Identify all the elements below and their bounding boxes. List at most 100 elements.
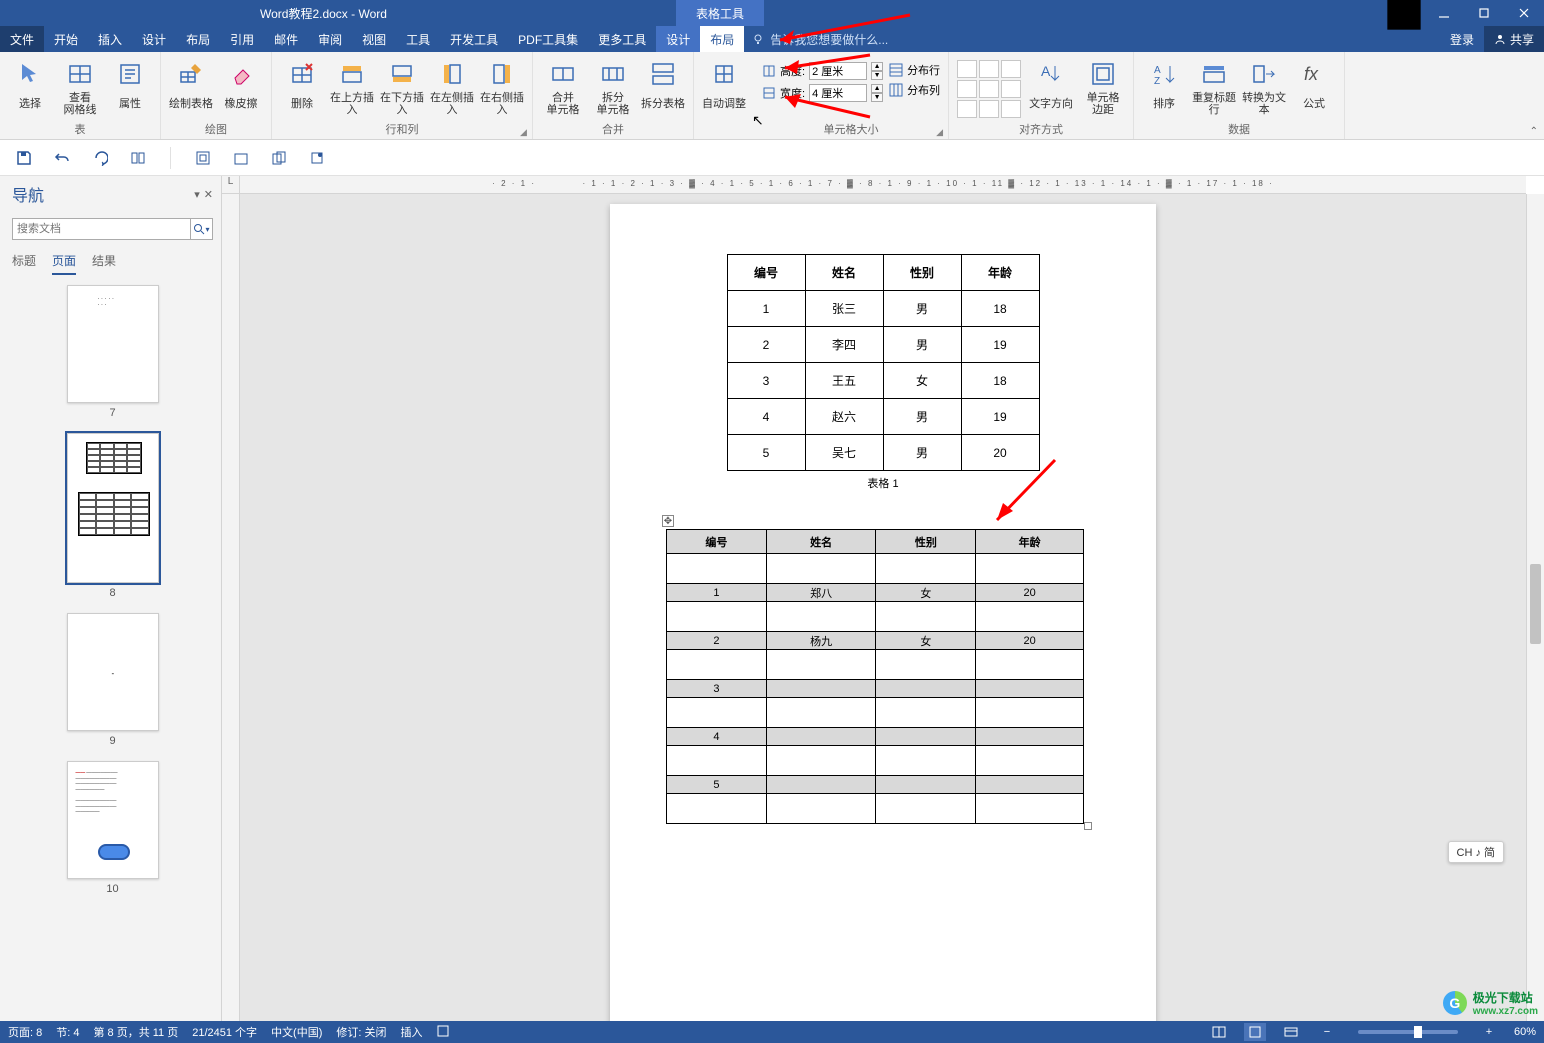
insert-right-button[interactable]: 在右侧插入	[480, 56, 524, 116]
tab-file[interactable]: 文件	[0, 26, 44, 52]
status-insert-mode[interactable]: 插入	[401, 1024, 423, 1040]
ime-badge[interactable]: CH ♪ 简	[1448, 841, 1505, 863]
table-1[interactable]: 编号 姓名 性别 年龄 1张三男18 2李四男19 3王五女18 4赵六男19 …	[727, 254, 1040, 471]
restore-button[interactable]	[1464, 0, 1504, 26]
tab-design[interactable]: 设计	[132, 26, 176, 52]
nav-search-input[interactable]	[12, 218, 191, 240]
delete-button[interactable]: 删除	[280, 56, 324, 116]
thumb-page-8[interactable]: 8	[67, 433, 159, 599]
scrollbar-thumb[interactable]	[1530, 564, 1541, 644]
status-macro-icon[interactable]	[437, 1025, 449, 1040]
nav-tab-headings[interactable]: 标题	[12, 252, 36, 275]
ribbon-options-icon[interactable]	[1384, 0, 1424, 26]
autofit-button[interactable]: 自动调整	[702, 56, 746, 116]
width-down[interactable]: ▼	[871, 93, 883, 102]
document-area[interactable]: 编号 姓名 性别 年龄 1张三男18 2李四男19 3王五女18 4赵六男19 …	[240, 194, 1526, 1021]
tab-mailings[interactable]: 邮件	[264, 26, 308, 52]
view-print-layout[interactable]	[1244, 1023, 1266, 1041]
sort-button[interactable]: AZ 排序	[1142, 56, 1186, 116]
close-button[interactable]	[1504, 0, 1544, 26]
split-table-button[interactable]: 拆分表格	[641, 56, 685, 116]
horizontal-ruler[interactable]: · 2 · 1 · · 1 · 1 · 2 · 1 · 3 · ▓ · 4 · …	[240, 176, 1526, 194]
status-track-changes[interactable]: 修订: 关闭	[336, 1024, 386, 1040]
status-word-count[interactable]: 21/2451 个字	[192, 1024, 257, 1040]
table-resize-handle[interactable]	[1084, 822, 1092, 830]
thumb-page-10[interactable]: ━━━━ ━━━━━━━━━━━━━━━━━━━━━━━━━━━━━━━━━━━…	[67, 761, 159, 895]
view-gridlines-button[interactable]: 查看 网格线	[58, 56, 102, 116]
merge-cells-button[interactable]: 合并 单元格	[541, 56, 585, 116]
zoom-level[interactable]: 60%	[1514, 1026, 1536, 1038]
tab-references[interactable]: 引用	[220, 26, 264, 52]
vertical-ruler[interactable]	[222, 194, 240, 1021]
height-input[interactable]	[809, 62, 867, 80]
nav-close-button[interactable]: ✕	[204, 188, 213, 201]
nav-tab-pages[interactable]: 页面	[52, 252, 76, 275]
view-web-layout[interactable]	[1280, 1023, 1302, 1041]
tab-insert[interactable]: 插入	[88, 26, 132, 52]
nav-dropdown-icon[interactable]: ▾	[194, 188, 200, 201]
repeat-header-button[interactable]: 重复标题行	[1192, 56, 1236, 116]
insert-left-button[interactable]: 在左侧插入	[430, 56, 474, 116]
tab-view[interactable]: 视图	[352, 26, 396, 52]
tab-developer[interactable]: 开发工具	[440, 26, 508, 52]
thumb-page-7[interactable]: ∙∙∙∙∙∙∙∙ 7	[67, 285, 159, 419]
cell-margins-icon	[1087, 58, 1119, 90]
cell-margins-button[interactable]: 单元格 边距	[1081, 56, 1125, 118]
alignment-grid[interactable]	[957, 56, 1021, 118]
tab-table-layout[interactable]: 布局	[700, 26, 744, 52]
tab-pdf[interactable]: PDF工具集	[508, 26, 588, 52]
properties-button[interactable]: 属性	[108, 56, 152, 116]
nav-search-button[interactable]: ▾	[191, 218, 213, 240]
dialog-launcher-cell-size[interactable]: ◢	[936, 127, 946, 137]
save-button[interactable]	[14, 148, 34, 168]
qat-btn-7[interactable]	[269, 148, 289, 168]
status-page[interactable]: 页面: 8	[8, 1024, 42, 1040]
nav-tab-results[interactable]: 结果	[92, 252, 116, 275]
tab-layout[interactable]: 布局	[176, 26, 220, 52]
insert-below-button[interactable]: 在下方插入	[380, 56, 424, 116]
ruler-corner[interactable]: L	[222, 176, 240, 194]
width-up[interactable]: ▲	[871, 84, 883, 93]
formula-button[interactable]: fx 公式	[1292, 56, 1336, 116]
qat-btn-8[interactable]	[307, 148, 327, 168]
width-input[interactable]	[809, 84, 867, 102]
vertical-scrollbar[interactable]	[1526, 194, 1544, 1021]
qat-btn-4[interactable]	[128, 148, 148, 168]
draw-table-button[interactable]: 绘制表格	[169, 56, 213, 116]
undo-button[interactable]	[52, 148, 72, 168]
height-up[interactable]: ▲	[871, 62, 883, 71]
collapse-ribbon-button[interactable]: ⌃	[1530, 126, 1538, 137]
qat-btn-6[interactable]	[231, 148, 251, 168]
status-section[interactable]: 节: 4	[56, 1024, 79, 1040]
thumb-page-9[interactable]: - 9	[67, 613, 159, 747]
tab-home[interactable]: 开始	[44, 26, 88, 52]
text-direction-button[interactable]: A 文字方向	[1029, 56, 1073, 118]
dialog-launcher-rows-cols[interactable]: ◢	[520, 127, 530, 137]
tab-review[interactable]: 审阅	[308, 26, 352, 52]
zoom-out-button[interactable]: −	[1316, 1023, 1338, 1041]
table-move-handle[interactable]: ✥	[662, 515, 674, 527]
zoom-in-button[interactable]: +	[1478, 1023, 1500, 1041]
login-button[interactable]: 登录	[1440, 26, 1484, 52]
split-cells-button[interactable]: 拆分 单元格	[591, 56, 635, 116]
tell-me-search[interactable]: 告诉我您想要做什么...	[744, 26, 896, 52]
redo-button[interactable]	[90, 148, 110, 168]
tab-more[interactable]: 更多工具	[588, 26, 656, 52]
qat-btn-5[interactable]	[193, 148, 213, 168]
distribute-cols-button[interactable]: 分布列	[889, 82, 940, 98]
share-button[interactable]: 共享	[1484, 26, 1544, 52]
status-page-of[interactable]: 第 8 页，共 11 页	[93, 1024, 178, 1040]
tab-tools[interactable]: 工具	[396, 26, 440, 52]
height-down[interactable]: ▼	[871, 71, 883, 80]
status-language[interactable]: 中文(中国)	[271, 1024, 322, 1040]
view-read-mode[interactable]	[1208, 1023, 1230, 1041]
convert-to-text-button[interactable]: 转换为文本	[1242, 56, 1286, 116]
minimize-button[interactable]	[1424, 0, 1464, 26]
eraser-button[interactable]: 橡皮擦	[219, 56, 263, 116]
table-2[interactable]: 编号姓名性别年龄 1郑八女20 2杨九女20 3 4 5	[666, 529, 1084, 824]
insert-above-button[interactable]: 在上方插入	[330, 56, 374, 116]
zoom-slider[interactable]	[1358, 1030, 1458, 1034]
distribute-rows-button[interactable]: 分布行	[889, 62, 940, 78]
select-button[interactable]: 选择	[8, 56, 52, 116]
tab-table-design[interactable]: 设计	[656, 26, 700, 52]
